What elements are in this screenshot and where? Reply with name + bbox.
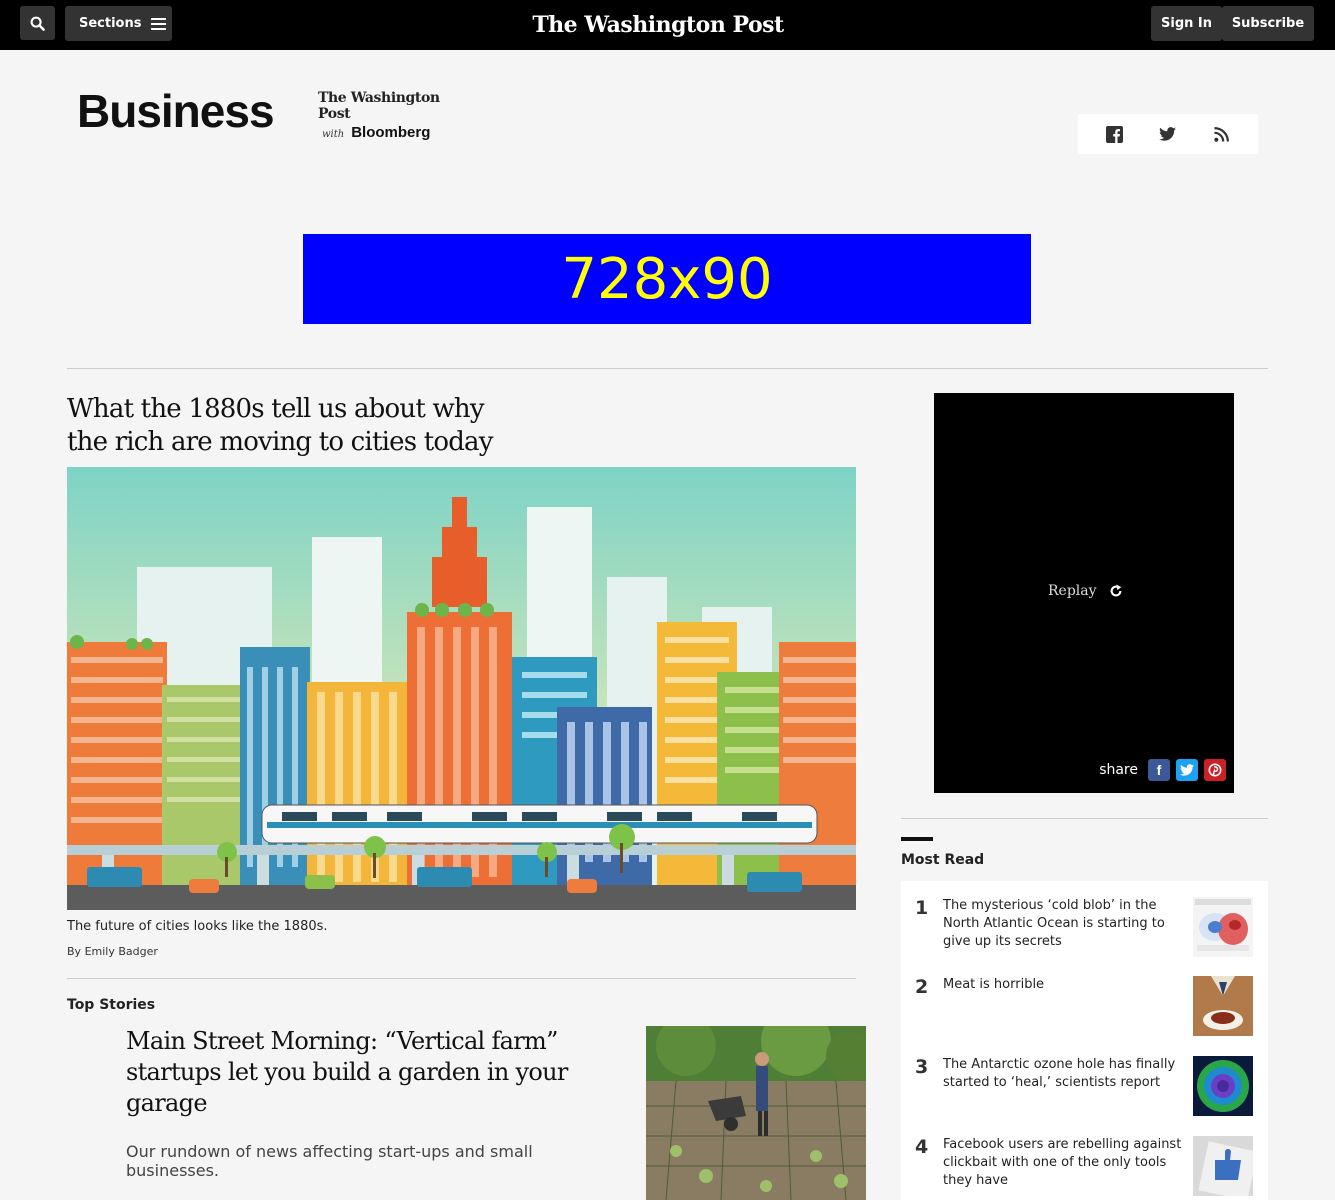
lead-story-caption: The future of cities looks like the 1880…	[67, 919, 328, 934]
lead-story-byline: By Emily Badger	[67, 945, 158, 958]
most-read-thumbnail[interactable]	[1193, 976, 1253, 1036]
rss-icon[interactable]	[1211, 124, 1231, 144]
most-read-headline[interactable]: Facebook users are rebelling against cli…	[943, 1136, 1185, 1190]
most-read-rank: 4	[915, 1136, 929, 1158]
most-read-accent-bar	[901, 837, 933, 841]
video-player[interactable]: Replay share f	[934, 393, 1234, 793]
most-read-headline[interactable]: The mysterious ‘cold blob’ in the North …	[943, 897, 1185, 951]
social-links	[1078, 114, 1258, 154]
most-read-thumbnail[interactable]	[1193, 1136, 1253, 1196]
top-story-blurb: Our rundown of news affecting start-ups …	[126, 1142, 533, 1180]
most-read-title: Most Read	[901, 852, 985, 868]
top-stories-label: Top Stories	[67, 997, 156, 1013]
most-read-headline[interactable]: The Antarctic ozone hole has finally sta…	[943, 1056, 1185, 1092]
twitter-icon[interactable]	[1158, 124, 1178, 144]
top-story-headline[interactable]: Main Street Morning: “Vertical farm” sta…	[126, 1026, 616, 1119]
sections-label: Sections	[79, 16, 142, 31]
search-button[interactable]	[20, 6, 55, 40]
video-share-row: share f	[1099, 759, 1226, 781]
sections-menu-button[interactable]: Sections	[65, 6, 172, 41]
most-read-item[interactable]: 3 The Antarctic ozone hole has finally s…	[901, 1056, 1268, 1136]
partner-wapo-logo: The Washington Post	[318, 90, 440, 122]
author-link[interactable]: Emily Badger	[85, 945, 158, 958]
most-read-headline[interactable]: Meat is horrible	[943, 976, 1185, 994]
byline-prefix: By	[67, 945, 82, 958]
hamburger-icon	[151, 17, 167, 30]
most-read-rank: 2	[915, 976, 929, 998]
lead-story-image[interactable]	[67, 467, 856, 910]
ad-banner-728x90[interactable]: 728x90	[303, 234, 1031, 324]
replay-icon	[1110, 584, 1121, 597]
subscribe-button[interactable]: Subscribe	[1222, 6, 1314, 41]
top-story-image[interactable]	[646, 1026, 866, 1200]
most-read-thumbnail[interactable]	[1193, 897, 1253, 957]
most-read-item[interactable]: 1 The mysterious ‘cold blob’ in the Nort…	[901, 897, 1268, 977]
sign-in-button[interactable]: Sign In	[1151, 6, 1222, 41]
divider	[901, 818, 1268, 819]
search-icon	[30, 16, 45, 31]
facebook-icon[interactable]	[1105, 124, 1125, 144]
facebook-share-icon[interactable]: f	[1148, 759, 1170, 781]
most-read-rank: 1	[915, 897, 929, 919]
partner-logo[interactable]: The Washington Post with Bloomberg	[318, 90, 458, 141]
most-read-rank: 3	[915, 1056, 929, 1078]
divider	[67, 368, 1268, 369]
masthead-logo[interactable]: The Washington Post	[520, 8, 796, 42]
replay-label: Replay	[1048, 583, 1097, 599]
most-read-item[interactable]: 2 Meat is horrible	[901, 976, 1268, 1056]
divider	[67, 978, 856, 979]
pinterest-share-icon[interactable]	[1204, 759, 1226, 781]
top-navigation-bar: Sections The Washington Post Sign In Sub…	[0, 0, 1335, 50]
most-read-item[interactable]: 4 Facebook users are rebelling against c…	[901, 1136, 1268, 1200]
most-read-thumbnail[interactable]	[1193, 1056, 1253, 1116]
most-read-list: 1 The mysterious ‘cold blob’ in the Nort…	[901, 881, 1268, 1200]
lead-story-headline[interactable]: What the 1880s tell us about why the ric…	[67, 393, 527, 459]
section-title[interactable]: Business	[77, 84, 275, 138]
share-label: share	[1099, 762, 1138, 778]
replay-button[interactable]: Replay	[1048, 583, 1123, 599]
bloomberg-logo: Bloomberg	[351, 124, 431, 141]
partner-with-text: with	[322, 129, 345, 140]
twitter-share-icon[interactable]	[1176, 759, 1198, 781]
